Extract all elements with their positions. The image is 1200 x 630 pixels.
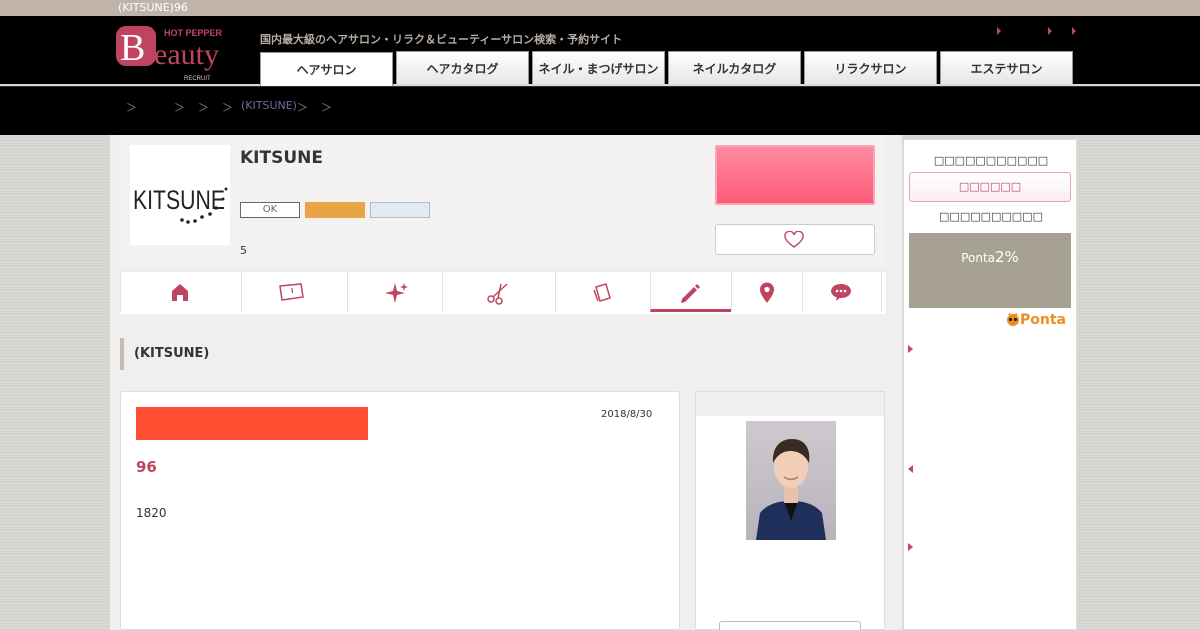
nav-stylist[interactable] (442, 272, 555, 312)
header-link-arrow-icon[interactable] (1048, 27, 1052, 35)
stylist-card-header (696, 392, 884, 416)
stylist-detail-button[interactable] (719, 621, 861, 630)
kitsune-logo-image: KITSUNE (133, 185, 228, 224)
salon-nav (120, 272, 886, 314)
photo-cards-icon (593, 283, 611, 302)
tab-relax-salon[interactable]: リラクサロン (804, 51, 937, 84)
ponta-points-box: Ponta2% (909, 233, 1071, 308)
salon-header: KITSUNE KITSUNE OK 5 (120, 135, 886, 268)
scissors-icon (487, 283, 508, 305)
logo-hot-pepper: HOT PEPPER (164, 28, 223, 38)
main-content: KITSUNE KITSUNE OK 5 (KITSUNE) 2018/8/30… (110, 135, 896, 630)
sidebar-subheading: □□□□□□□□□□ (939, 210, 1043, 223)
sidebar-link-arrow-icon[interactable] (908, 345, 913, 353)
nav-style[interactable] (347, 272, 442, 312)
post-category-tag (136, 407, 368, 440)
post-title: 96 (136, 458, 157, 476)
breadcrumb-separator: ＞ (198, 101, 209, 114)
ponta-logo: Ponta (1006, 312, 1066, 328)
speech-bubble-icon (831, 284, 851, 301)
post-date: 2018/8/30 (601, 409, 653, 420)
section-title: (KITSUNE) (120, 338, 209, 370)
map-pin-icon (760, 282, 774, 303)
tab-hair-catalog[interactable]: ヘアカタログ (396, 51, 529, 84)
nav-reviews[interactable] (802, 272, 882, 312)
sidebar-heading: □□□□□□□□□□□ (933, 154, 1049, 167)
svg-text:KITSUNE: KITSUNE (133, 185, 225, 215)
sidebar-reserve-button[interactable]: □□□□□□ (909, 172, 1071, 202)
salon-name: KITSUNE (240, 148, 323, 168)
coupon-icon (279, 283, 304, 301)
site-header: B HOT PEPPER eauty RECRUIT 国内最大級のヘアサロン・リ… (0, 16, 1200, 86)
ponta-rate: 2% (995, 248, 1019, 266)
hot-pepper-beauty-logo[interactable]: B HOT PEPPER eauty RECRUIT (114, 24, 248, 82)
badge-orange (305, 202, 365, 218)
breadcrumb-separator: ＞ (321, 101, 332, 114)
ponta-raccoon-icon (1007, 312, 1019, 326)
salon-logo: KITSUNE (130, 145, 230, 245)
stylist-card (695, 391, 885, 630)
stylist-portrait-image (756, 439, 826, 540)
sidebar: □□□□□□□□□□□ □□□□□□ □□□□□□□□□□ Ponta2% Po… (903, 139, 1077, 630)
nav-salon-top[interactable] (120, 272, 241, 312)
header-link-arrow-icon[interactable] (1072, 27, 1076, 35)
breadcrumb-separator: ＞ (297, 101, 308, 114)
heart-icon (784, 231, 804, 248)
blog-post: 2018/8/30 96 1820 (120, 391, 680, 630)
review-count: 5 (240, 244, 247, 257)
logo-beauty: eauty (154, 38, 219, 71)
nav-blog[interactable] (650, 272, 731, 312)
stylist-photo[interactable] (746, 421, 836, 540)
logo-recruit: RECRUIT (184, 76, 211, 82)
nav-photo-gallery[interactable] (555, 272, 650, 312)
badge-ok: OK (240, 202, 300, 218)
breadcrumb-separator: ＞ (126, 101, 137, 114)
nav-map[interactable] (731, 272, 802, 312)
sidebar-divider (896, 135, 902, 630)
breadcrumb-separator: ＞ (222, 101, 233, 114)
reserve-button[interactable] (715, 145, 875, 205)
breadcrumb-bar: ＞ ＞ ＞ ＞ (KITSUNE) ＞ ＞ (0, 86, 1200, 135)
tab-hair-salon[interactable]: ヘアサロン (260, 52, 393, 86)
breadcrumb-separator: ＞ (174, 101, 185, 114)
sidebar-link-arrow-icon[interactable] (908, 543, 913, 551)
sidebar-prev-arrow-icon[interactable] (908, 465, 913, 473)
top-title: (KITSUNE)96 (118, 1, 188, 14)
ponta-label: Ponta (961, 251, 996, 265)
badge-blue (370, 202, 430, 218)
tab-nail-eyelash-salon[interactable]: ネイル・まつげサロン (532, 51, 665, 84)
breadcrumb-salon-link[interactable]: (KITSUNE) (241, 99, 297, 112)
sparkle-icon (385, 283, 408, 303)
tab-esthe-salon[interactable]: エステサロン (940, 51, 1073, 84)
nav-coupon[interactable] (241, 272, 347, 312)
home-icon (172, 284, 188, 301)
tab-nail-catalog[interactable]: ネイルカタログ (668, 51, 801, 84)
top-title-bar: (KITSUNE)96 (0, 0, 1200, 16)
favorite-button[interactable] (715, 224, 875, 255)
ponta-logo-text: Ponta (1020, 312, 1066, 328)
post-body: 1820 (136, 506, 167, 520)
header-link-arrow-icon[interactable] (997, 27, 1001, 35)
logo-b-letter: B (120, 27, 145, 69)
site-tagline: 国内最大級のヘアサロン・リラク＆ビューティーサロン検索・予約サイト (260, 33, 623, 46)
pencil-icon (681, 284, 700, 303)
